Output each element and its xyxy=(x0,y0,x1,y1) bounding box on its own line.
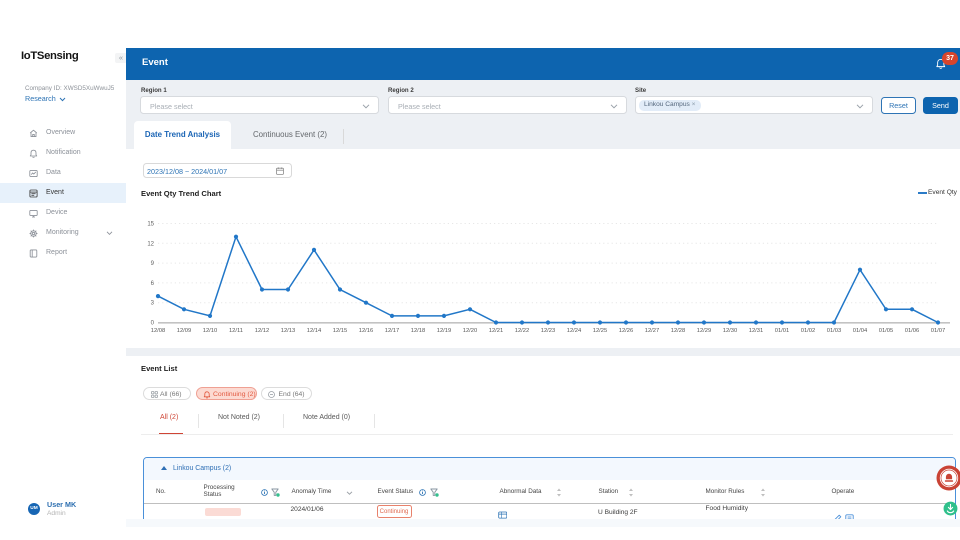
svg-text:0: 0 xyxy=(151,321,155,327)
svg-text:12/20: 12/20 xyxy=(463,328,478,334)
svg-text:12/22: 12/22 xyxy=(515,328,530,334)
svg-text:12/27: 12/27 xyxy=(645,328,660,334)
svg-text:12/12: 12/12 xyxy=(255,328,270,334)
svg-text:12/18: 12/18 xyxy=(411,328,426,334)
svg-text:12/10: 12/10 xyxy=(203,328,218,334)
svg-text:6: 6 xyxy=(151,281,155,287)
svg-text:01/03: 01/03 xyxy=(827,328,842,334)
svg-text:12: 12 xyxy=(147,241,154,247)
svg-text:01/02: 01/02 xyxy=(801,328,816,334)
svg-text:01/05: 01/05 xyxy=(879,328,894,334)
svg-text:12/29: 12/29 xyxy=(697,328,712,334)
svg-text:12/11: 12/11 xyxy=(229,328,243,334)
svg-text:12/21: 12/21 xyxy=(489,328,504,334)
svg-text:12/25: 12/25 xyxy=(593,328,608,334)
svg-text:01/01: 01/01 xyxy=(775,328,790,334)
svg-text:12/14: 12/14 xyxy=(307,328,322,334)
svg-text:12/08: 12/08 xyxy=(151,328,166,334)
svg-text:12/19: 12/19 xyxy=(437,328,452,334)
svg-text:9: 9 xyxy=(151,261,155,267)
svg-text:3: 3 xyxy=(151,301,155,307)
svg-text:12/28: 12/28 xyxy=(671,328,686,334)
svg-text:12/17: 12/17 xyxy=(385,328,400,334)
svg-text:12/31: 12/31 xyxy=(749,328,764,334)
svg-text:01/07: 01/07 xyxy=(931,328,946,334)
svg-text:12/13: 12/13 xyxy=(281,328,296,334)
svg-text:12/16: 12/16 xyxy=(359,328,374,334)
svg-text:12/24: 12/24 xyxy=(567,328,582,334)
svg-text:01/06: 01/06 xyxy=(905,328,920,334)
svg-text:12/30: 12/30 xyxy=(723,328,738,334)
svg-text:15: 15 xyxy=(147,222,154,228)
svg-text:12/09: 12/09 xyxy=(177,328,192,334)
svg-text:01/04: 01/04 xyxy=(853,328,868,334)
svg-text:12/15: 12/15 xyxy=(333,328,348,334)
svg-text:12/23: 12/23 xyxy=(541,328,556,334)
svg-text:12/26: 12/26 xyxy=(619,328,634,334)
